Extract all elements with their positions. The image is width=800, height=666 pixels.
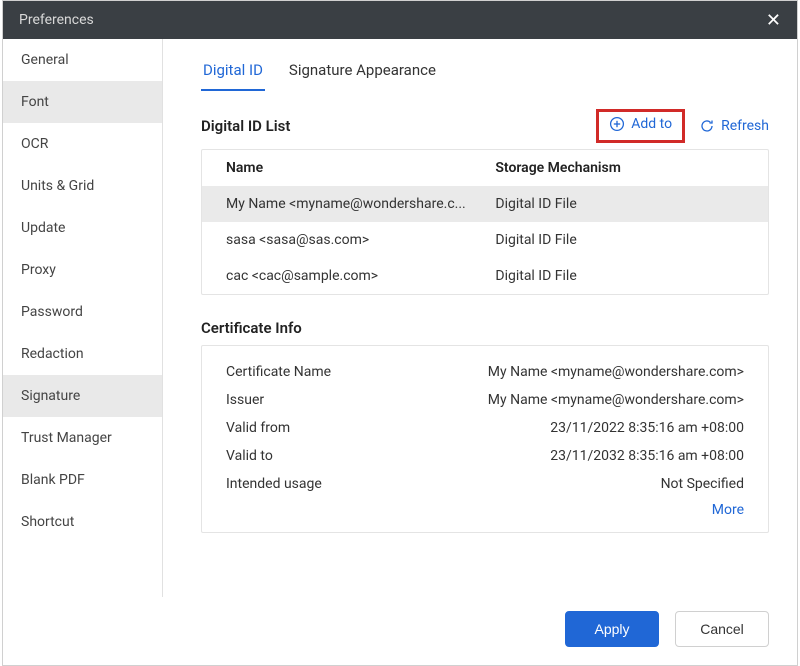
cell-mech: Digital ID File bbox=[495, 196, 744, 212]
cancel-button[interactable]: Cancel bbox=[675, 611, 769, 647]
sidebar-item-update[interactable]: Update bbox=[3, 207, 162, 249]
info-row: Intended usage Not Specified bbox=[226, 470, 744, 498]
cell-name: cac <cac@sample.com> bbox=[226, 268, 495, 284]
main-content: Digital ID Signature Appearance Digital … bbox=[163, 39, 797, 597]
preferences-window: Preferences ✕ General Font OCR Units & G… bbox=[2, 0, 798, 666]
cell-mech: Digital ID File bbox=[495, 268, 744, 284]
info-row: Issuer My Name <myname@wondershare.com> bbox=[226, 386, 744, 414]
info-label: Intended usage bbox=[226, 476, 322, 492]
refresh-label: Refresh bbox=[721, 118, 769, 134]
window-title: Preferences bbox=[19, 12, 94, 28]
info-value: 23/11/2032 8:35:16 am +08:00 bbox=[550, 448, 744, 464]
id-list-header: Digital ID List Add to bbox=[201, 109, 769, 143]
tabstrip: Digital ID Signature Appearance bbox=[201, 53, 769, 91]
cell-mech: Digital ID File bbox=[495, 232, 744, 248]
add-to-label: Add to bbox=[631, 116, 672, 132]
refresh-icon bbox=[699, 118, 715, 134]
info-label: Certificate Name bbox=[226, 364, 331, 380]
window-body: General Font OCR Units & Grid Update Pro… bbox=[3, 39, 797, 597]
id-list-table-header: Name Storage Mechanism bbox=[202, 150, 768, 186]
sidebar-item-trust-manager[interactable]: Trust Manager bbox=[3, 417, 162, 459]
sidebar-item-blank-pdf[interactable]: Blank PDF bbox=[3, 459, 162, 501]
sidebar-item-proxy[interactable]: Proxy bbox=[3, 249, 162, 291]
info-label: Issuer bbox=[226, 392, 264, 408]
titlebar: Preferences ✕ bbox=[3, 1, 797, 39]
sidebar-item-general[interactable]: General bbox=[3, 39, 162, 81]
col-header-mech: Storage Mechanism bbox=[495, 160, 744, 176]
sidebar-item-redaction[interactable]: Redaction bbox=[3, 333, 162, 375]
refresh-button[interactable]: Refresh bbox=[699, 118, 769, 134]
sidebar-item-password[interactable]: Password bbox=[3, 291, 162, 333]
cell-name: sasa <sasa@sas.com> bbox=[226, 232, 495, 248]
info-label: Valid to bbox=[226, 448, 273, 464]
info-value: 23/11/2022 8:35:16 am +08:00 bbox=[550, 420, 744, 436]
info-label: Valid from bbox=[226, 420, 290, 436]
plus-circle-icon bbox=[609, 116, 625, 132]
id-list-table: Name Storage Mechanism My Name <myname@w… bbox=[201, 149, 769, 295]
info-value: Not Specified bbox=[661, 476, 744, 492]
table-row[interactable]: sasa <sasa@sas.com> Digital ID File bbox=[202, 222, 768, 258]
sidebar-item-signature[interactable]: Signature bbox=[3, 375, 162, 417]
sidebar: General Font OCR Units & Grid Update Pro… bbox=[3, 39, 163, 597]
info-row: Valid from 23/11/2022 8:35:16 am +08:00 bbox=[226, 414, 744, 442]
info-value: My Name <myname@wondershare.com> bbox=[488, 364, 744, 380]
info-row: Certificate Name My Name <myname@wonders… bbox=[226, 358, 744, 386]
tab-digital-id[interactable]: Digital ID bbox=[201, 53, 265, 91]
apply-button[interactable]: Apply bbox=[565, 611, 659, 647]
sidebar-item-ocr[interactable]: OCR bbox=[3, 123, 162, 165]
cert-more-row: More bbox=[226, 498, 744, 524]
sidebar-item-font[interactable]: Font bbox=[3, 81, 162, 123]
more-link[interactable]: More bbox=[712, 502, 744, 518]
add-to-button[interactable]: Add to bbox=[609, 116, 672, 132]
info-row: Valid to 23/11/2032 8:35:16 am +08:00 bbox=[226, 442, 744, 470]
id-list-actions: Add to Refresh bbox=[596, 109, 769, 143]
info-value: My Name <myname@wondershare.com> bbox=[488, 392, 744, 408]
sidebar-item-units-grid[interactable]: Units & Grid bbox=[3, 165, 162, 207]
table-row[interactable]: My Name <myname@wondershare.c... Digital… bbox=[202, 186, 768, 222]
cert-info-title: Certificate Info bbox=[201, 319, 769, 337]
col-header-name: Name bbox=[226, 160, 495, 176]
cell-name: My Name <myname@wondershare.c... bbox=[226, 196, 495, 212]
tab-signature-appearance[interactable]: Signature Appearance bbox=[287, 53, 438, 91]
id-list-title: Digital ID List bbox=[201, 117, 290, 135]
table-row[interactable]: cac <cac@sample.com> Digital ID File bbox=[202, 258, 768, 294]
footer: Apply Cancel bbox=[3, 597, 797, 665]
sidebar-item-shortcut[interactable]: Shortcut bbox=[3, 501, 162, 543]
close-icon[interactable]: ✕ bbox=[766, 10, 781, 31]
cert-info-box: Certificate Name My Name <myname@wonders… bbox=[201, 345, 769, 533]
add-to-highlight: Add to bbox=[596, 109, 685, 143]
